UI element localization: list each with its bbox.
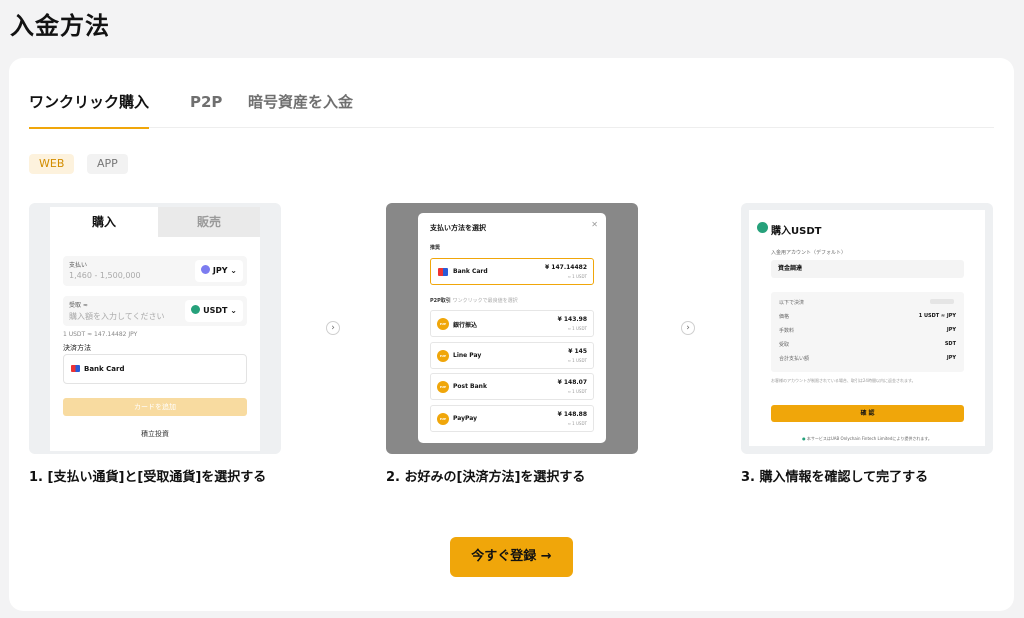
- p2p-badge-icon: P2P: [437, 413, 449, 425]
- mock-method-select: Bank Card: [63, 354, 247, 384]
- mock-receive-placeholder: 購入額を入力してください: [69, 312, 165, 321]
- p2p-badge-icon: P2P: [437, 381, 449, 393]
- mock-receive-currency: USDT ⌄: [185, 300, 243, 322]
- tab-one-click-buy[interactable]: ワンクリック購入: [29, 88, 150, 129]
- tab-bar: ワンクリック購入 P2P 暗号資産を入金: [29, 88, 994, 129]
- mock-confirm-button: 確 認: [771, 405, 964, 422]
- step-3-caption: 3. 購入情報を確認して完了する: [741, 470, 929, 485]
- close-icon: ✕: [591, 220, 598, 229]
- mock-summary-box: 以下で決済 価格 1 USDT ≈ JPY 手数料 JPY 受取 SDT 合計支…: [771, 292, 964, 372]
- mock-method-row: P2P Line Pay ¥ 145 ≈ 1 USDT: [430, 342, 594, 369]
- pill-app[interactable]: APP: [87, 154, 128, 174]
- bank-card-icon: [71, 365, 80, 372]
- payment-method-modal-mock: 支払い方法を選択 ✕ 推奨 Bank Card ¥ 147.14482 ≈ 1 …: [418, 213, 606, 443]
- register-now-button[interactable]: 今すぐ登録 →: [450, 537, 573, 577]
- mock-buy-tab: 購入: [50, 207, 158, 237]
- mock-sell-tab: 販売: [158, 207, 260, 237]
- mock-recurring-buy: 積立投資: [141, 430, 169, 438]
- mock-pay-input: 支払い 1,460 - 1,500,000 JPY ⌄: [63, 256, 247, 286]
- mock-confirm-title: 購入USDT: [771, 226, 822, 237]
- mock-account-select: 資金調達: [771, 260, 964, 278]
- mock-rate: 1 USDT ≈ 147.14482 JPY: [63, 331, 138, 338]
- arrow-right-icon: ›: [326, 321, 340, 335]
- mock-account-label: 入金用アカウント（デフォルト）: [771, 250, 847, 256]
- step-1-caption: 1. [支払い通貨]と[受取通貨]を選択する: [29, 470, 267, 485]
- mock-refund-note: お客様のアカウントが制限されている場合、取引は24時間以内に返金されます。: [771, 378, 916, 383]
- usdt-coin-icon: [191, 305, 201, 314]
- mock-method-row: P2P Post Bank ¥ 148.07 ≈ 1 USDT: [430, 373, 594, 400]
- step-2-caption: 2. お好みの[決済方法]を選択する: [386, 470, 586, 485]
- deposit-methods-card: ワンクリック購入 P2P 暗号資産を入金 WEB APP 購入 販売 支払い 1…: [9, 58, 1014, 611]
- confirm-purchase-mock: 購入USDT 入金用アカウント（デフォルト） 資金調達 以下で決済 価格 1 U…: [749, 210, 985, 446]
- mock-modal-title: 支払い方法を選択: [430, 224, 486, 232]
- mock-pay-label: 支払い: [69, 262, 88, 269]
- mock-provider-note: ● 本サービスはUAB Onlychain Fintech Limitedにより…: [802, 436, 932, 441]
- mock-receive-label: 受取 ≈: [69, 302, 88, 309]
- mock-method-bank-card: Bank Card ¥ 147.14482 ≈ 1 USDT: [430, 258, 594, 285]
- jpy-coin-icon: [200, 265, 210, 274]
- mock-method-row: P2P 銀行振込 ¥ 143.98 ≈ 1 USDT: [430, 310, 594, 337]
- mock-method-row: P2P PayPay ¥ 148.88 ≈ 1 USDT: [430, 405, 594, 432]
- mock-pay-placeholder: 1,460 - 1,500,000: [69, 271, 141, 280]
- p2p-badge-icon: P2P: [437, 350, 449, 362]
- arrow-right-icon: ›: [681, 321, 695, 335]
- pill-web[interactable]: WEB: [29, 154, 75, 174]
- tab-p2p[interactable]: P2P: [190, 88, 222, 128]
- step-3-screenshot: 購入USDT 入金用アカウント（デフォルト） 資金調達 以下で決済 価格 1 U…: [741, 203, 993, 454]
- usdt-logo-icon: [757, 222, 768, 233]
- mock-add-card-button: カードを追加: [63, 398, 247, 416]
- step-2-screenshot: 支払い方法を選択 ✕ 推奨 Bank Card ¥ 147.14482 ≈ 1 …: [386, 203, 638, 454]
- page-title: 入金方法: [10, 12, 110, 40]
- mock-method-label: 決済方法: [63, 344, 91, 352]
- mock-section-p2p: P2P取引 ワンクリックで最良値を選択: [430, 298, 518, 304]
- p2p-badge-icon: P2P: [437, 318, 449, 330]
- buy-panel-mock: 購入 販売 支払い 1,460 - 1,500,000 JPY ⌄ 受取 ≈ 購…: [50, 207, 260, 451]
- step-1-screenshot: 購入 販売 支払い 1,460 - 1,500,000 JPY ⌄ 受取 ≈ 購…: [29, 203, 281, 454]
- mock-receive-input: 受取 ≈ 購入額を入力してください USDT ⌄: [63, 296, 247, 326]
- shield-icon: ●: [802, 436, 806, 441]
- mock-section-recommended: 推奨: [430, 245, 441, 251]
- mock-pay-currency: JPY ⌄: [194, 260, 243, 282]
- tab-crypto-deposit[interactable]: 暗号資産を入金: [248, 88, 353, 128]
- bank-card-icon: [438, 268, 448, 276]
